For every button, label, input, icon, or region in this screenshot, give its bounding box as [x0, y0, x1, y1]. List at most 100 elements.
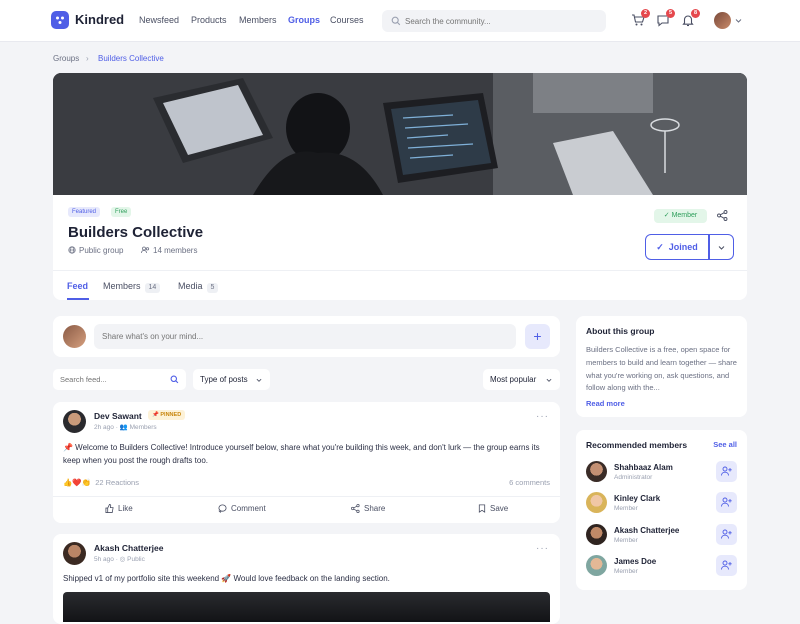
list-item[interactable]: Kinley Clark Member — [586, 492, 737, 514]
globe-icon: ◎ — [119, 556, 126, 563]
kindred-logo-icon[interactable] — [51, 11, 69, 29]
bell-icon[interactable]: 8 — [681, 9, 700, 27]
reaction-summary[interactable]: 👍❤️👏 22 Reactions — [63, 478, 139, 487]
user-avatar[interactable] — [714, 12, 731, 29]
nav-members[interactable]: Members — [239, 15, 277, 25]
add-friend-button[interactable] — [716, 524, 737, 545]
post-author[interactable]: Dev Sawant — [94, 411, 142, 421]
join-options-dropdown[interactable] — [709, 234, 734, 260]
app-name[interactable]: Kindred — [75, 12, 124, 27]
feed-search-input[interactable] — [60, 372, 160, 387]
member-name: Kinley Clark — [614, 494, 661, 503]
save-button[interactable]: Save — [478, 504, 508, 513]
post-divider — [53, 496, 560, 497]
like-button[interactable]: Like — [105, 504, 133, 513]
post-type-filter[interactable]: Type of posts — [193, 369, 270, 390]
read-more-link[interactable]: Read more — [586, 399, 625, 408]
sort-dropdown[interactable]: Most popular — [483, 369, 560, 390]
chevron-down-icon[interactable] — [735, 17, 742, 24]
member-name: James Doe — [614, 557, 657, 566]
thumbs-up-icon — [105, 504, 114, 513]
share-button[interactable]: Share — [351, 504, 385, 513]
community-search[interactable] — [382, 10, 606, 32]
breadcrumb-groups[interactable]: Groups — [53, 54, 79, 63]
post-composer: + — [53, 316, 560, 357]
chevron-down-icon — [546, 378, 552, 382]
member-status-badge: ✓ Member — [654, 209, 707, 223]
user-plus-icon — [721, 466, 732, 476]
add-post-button[interactable]: + — [525, 324, 550, 349]
user-plus-icon — [721, 497, 732, 507]
about-title: About this group — [586, 326, 655, 336]
add-friend-button[interactable] — [716, 555, 737, 576]
share-icon[interactable] — [717, 210, 728, 221]
breadcrumb-current: Builders Collective — [98, 54, 164, 63]
tabs-divider — [53, 270, 747, 271]
nav-courses[interactable]: Courses — [330, 15, 364, 25]
tab-active-underline — [67, 298, 89, 300]
globe-icon — [68, 246, 76, 254]
user-plus-icon — [721, 529, 732, 539]
chevron-down-icon — [256, 378, 262, 382]
tab-members[interactable]: Members 14 — [103, 281, 161, 293]
messages-icon[interactable]: 5 — [656, 9, 675, 27]
tab-media[interactable]: Media 5 — [178, 281, 219, 293]
feed-search[interactable] — [53, 369, 186, 390]
reaction-emojis-icon: 👍❤️👏 — [63, 478, 92, 487]
member-role: Member — [614, 537, 638, 544]
nav-products[interactable]: Products — [191, 15, 227, 25]
group-header-card: Featured Free Builders Collective Public… — [53, 195, 747, 300]
bookmark-icon — [478, 504, 486, 513]
search-icon — [170, 375, 179, 384]
members-count-badge: 14 — [144, 283, 161, 293]
avatar[interactable] — [63, 542, 86, 565]
avatar — [586, 524, 607, 545]
comment-button[interactable]: Comment — [218, 504, 266, 513]
member-name: Akash Chatterjee — [614, 526, 680, 535]
composer-input[interactable] — [94, 324, 516, 349]
recommended-title: Recommended members — [586, 440, 688, 450]
member-role: Administrator — [614, 474, 653, 481]
comment-icon — [218, 504, 227, 513]
avatar — [63, 325, 86, 348]
member-role: Member — [614, 568, 638, 575]
avatar[interactable] — [63, 410, 86, 433]
share-icon — [351, 504, 360, 513]
nav-newsfeed[interactable]: Newsfeed — [139, 15, 179, 25]
messages-badge: 5 — [666, 9, 675, 18]
nav-groups[interactable]: Groups — [288, 15, 320, 25]
comment-count[interactable]: 6 comments — [509, 478, 550, 487]
cart-badge: 2 — [641, 9, 650, 18]
post-body: Shipped v1 of my portfolio site this wee… — [63, 574, 390, 583]
search-input[interactable] — [405, 13, 595, 29]
group-cover-image — [53, 73, 747, 195]
add-friend-button[interactable] — [716, 492, 737, 513]
avatar — [586, 461, 607, 482]
user-plus-icon — [721, 560, 732, 570]
about-text: Builders Collective is a free, open spac… — [586, 345, 737, 393]
avatar — [586, 492, 607, 513]
recommended-members-card: Recommended members See all Shahbaaz Ala… — [576, 430, 747, 590]
chevron-down-icon — [718, 246, 725, 250]
list-item[interactable]: James Doe Member — [586, 555, 737, 577]
group-member-count: 14 members — [141, 246, 197, 255]
post-meta: 5h ago · ◎ Public — [94, 556, 145, 563]
post-author[interactable]: Akash Chatterjee — [94, 543, 163, 553]
users-icon: 👥 — [119, 424, 128, 431]
list-item[interactable]: Shahbaaz Alam Administrator — [586, 461, 737, 483]
group-privacy: Public group — [68, 246, 123, 255]
cart-icon[interactable]: 2 — [631, 9, 650, 27]
post-meta: 2h ago · 👥 Members — [94, 424, 157, 431]
add-friend-button[interactable] — [716, 461, 737, 482]
users-icon — [141, 246, 150, 254]
group-title: Builders Collective — [68, 224, 204, 241]
more-options-icon[interactable]: ··· — [536, 543, 549, 554]
joined-button[interactable]: ✓ Joined — [645, 234, 709, 260]
post-media-image[interactable] — [63, 592, 550, 622]
tab-feed[interactable]: Feed — [67, 281, 88, 291]
featured-tag: Featured — [68, 207, 101, 217]
see-all-link[interactable]: See all — [713, 440, 737, 449]
more-options-icon[interactable]: ··· — [536, 411, 549, 422]
breadcrumb-separator-icon: › — [86, 54, 89, 63]
list-item[interactable]: Akash Chatterjee Member — [586, 524, 737, 546]
